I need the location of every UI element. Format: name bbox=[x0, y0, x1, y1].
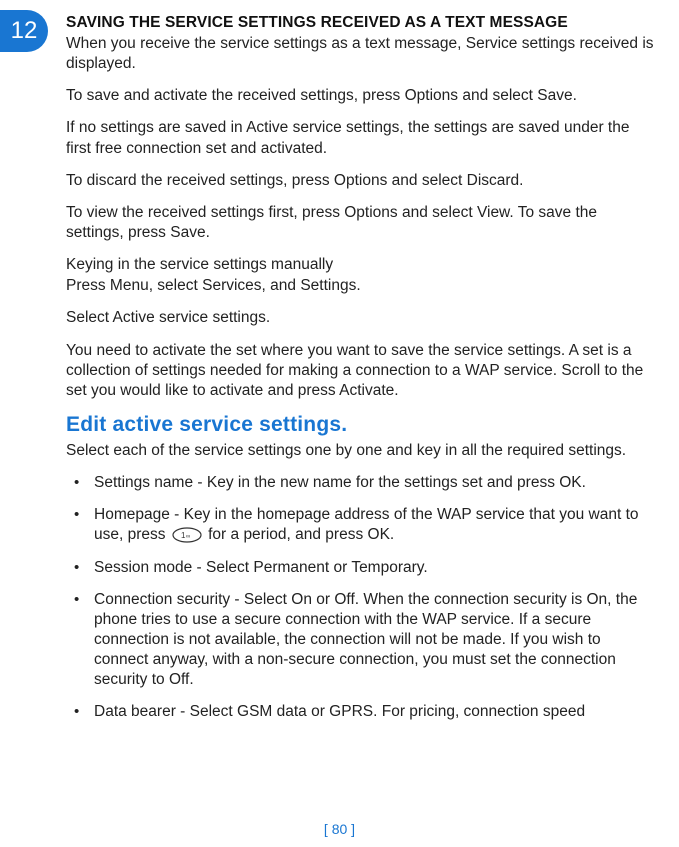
svg-text:∞: ∞ bbox=[186, 534, 190, 540]
page-number: [ 80 ] bbox=[0, 821, 679, 837]
list-item: Session mode - Select Permanent or Tempo… bbox=[66, 558, 657, 578]
chapter-number: 12 bbox=[11, 17, 38, 45]
list-item: Connection security - Select On or Off. … bbox=[66, 590, 657, 691]
discard-paragraph: To discard the received settings, press … bbox=[66, 171, 657, 191]
keying-step-1: Press Menu, select Services, and Setting… bbox=[66, 276, 657, 296]
no-settings-paragraph: If no settings are saved in Active servi… bbox=[66, 118, 657, 158]
list-item: Data bearer - Select GSM data or GPRS. F… bbox=[66, 702, 657, 722]
intro-paragraph: When you receive the service settings as… bbox=[66, 34, 657, 74]
bullet-text-post: for a period, and press OK. bbox=[204, 526, 394, 543]
page-content: SAVING THE SERVICE SETTINGS RECEIVED AS … bbox=[0, 0, 679, 723]
view-paragraph: To view the received settings first, pre… bbox=[66, 203, 657, 243]
edit-intro: Select each of the service settings one … bbox=[66, 441, 657, 461]
keying-subtitle: Keying in the service settings manually bbox=[66, 255, 657, 275]
edit-heading: Edit active service settings. bbox=[66, 413, 657, 437]
settings-list: Settings name - Key in the new name for … bbox=[66, 473, 657, 722]
save-paragraph: To save and activate the received settin… bbox=[66, 86, 657, 106]
chapter-tab: 12 bbox=[0, 10, 48, 52]
section-title: SAVING THE SERVICE SETTINGS RECEIVED AS … bbox=[66, 14, 657, 32]
keying-step-2: Select Active service settings. bbox=[66, 308, 657, 328]
one-key-icon: 1∞ bbox=[172, 527, 202, 543]
keying-step-3: You need to activate the set where you w… bbox=[66, 341, 657, 401]
list-item: Homepage - Key in the homepage address o… bbox=[66, 505, 657, 545]
list-item: Settings name - Key in the new name for … bbox=[66, 473, 657, 493]
